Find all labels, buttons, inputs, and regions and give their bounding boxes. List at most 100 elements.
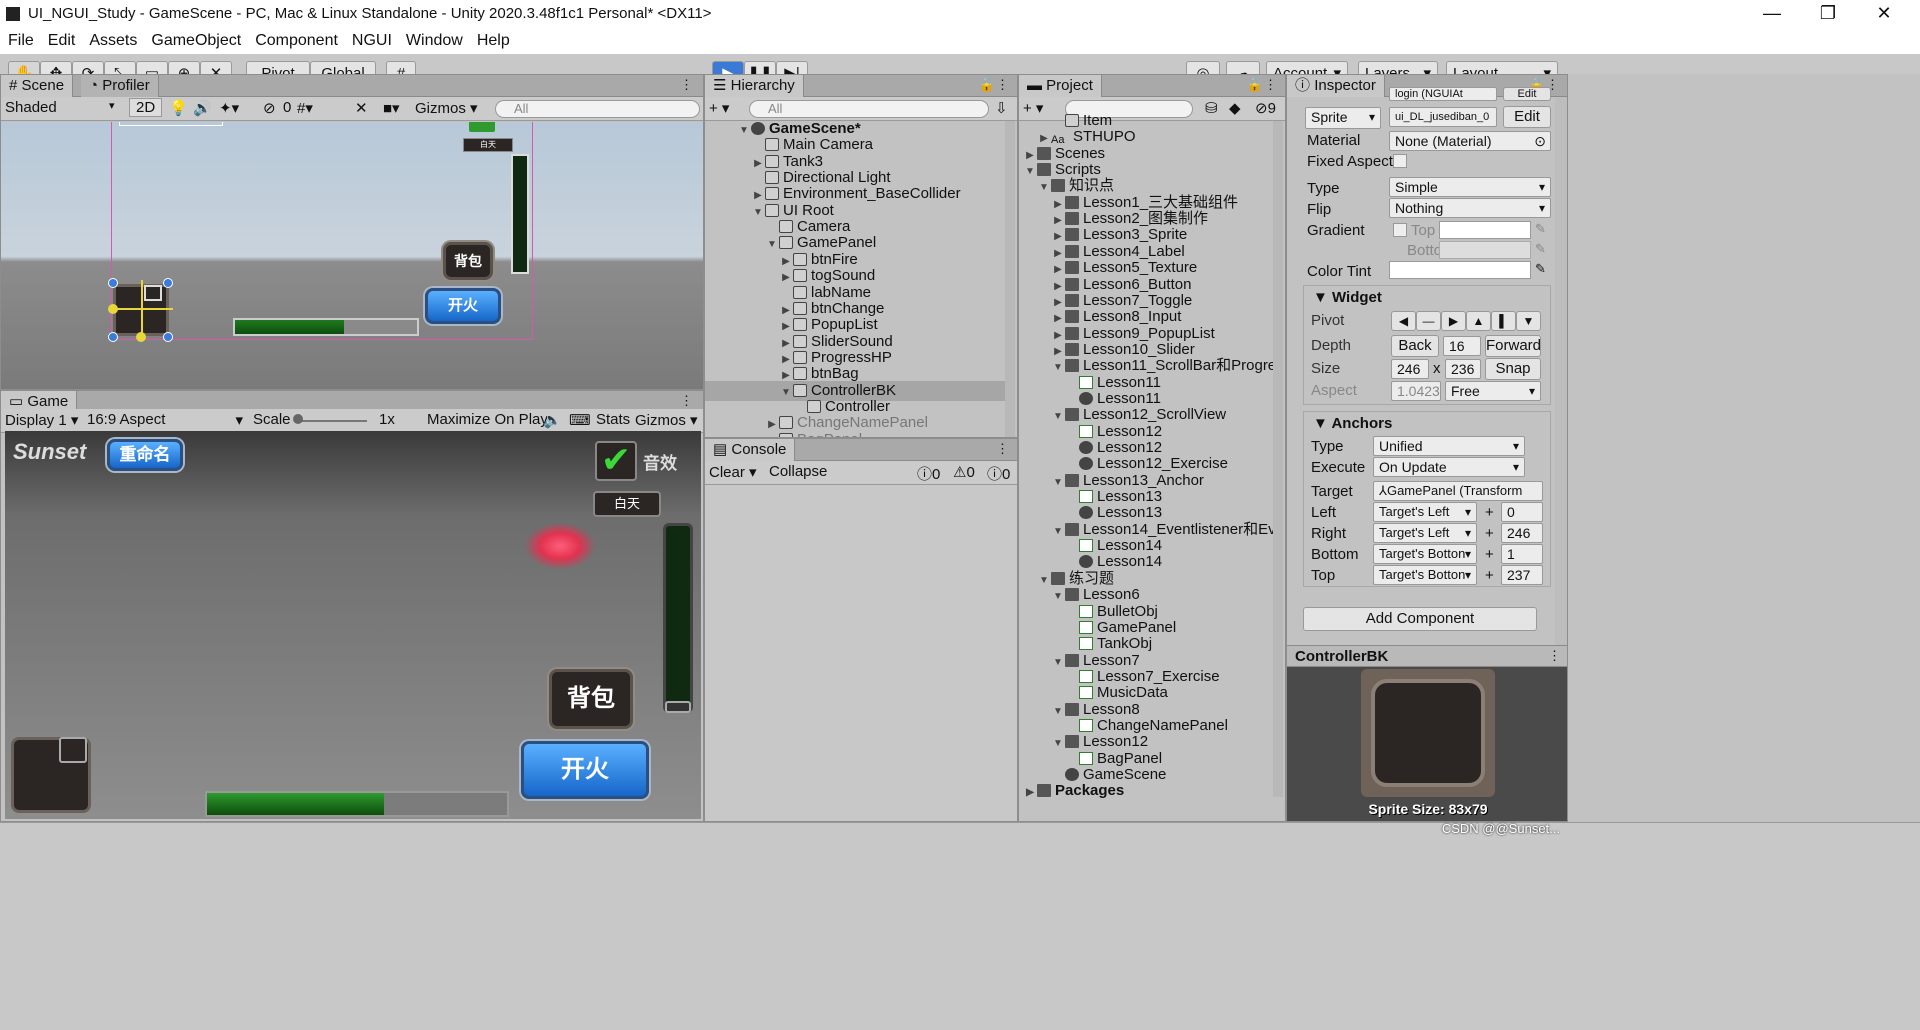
anchors-header[interactable]: ▼ Anchors <box>1313 415 1392 432</box>
minimize-button[interactable]: — <box>1752 2 1792 26</box>
lock-icon[interactable]: 🔒 <box>1247 77 1263 93</box>
hierarchy-search-input[interactable]: All <box>749 100 989 118</box>
add-component-button[interactable]: Add Component <box>1303 607 1537 631</box>
game-viewport[interactable]: Sunset 重命名 ✔ 音效 白天 背包 开火 <box>5 431 701 819</box>
size-width-field[interactable]: 246 <box>1391 359 1429 379</box>
error-count-toggle[interactable]: ⓘ0 <box>987 463 1010 484</box>
camera-icon[interactable]: ■▾ <box>383 99 400 117</box>
gizmos-dropdown[interactable]: Gizmos ▾ <box>415 99 478 117</box>
scene-search-input[interactable]: All <box>495 100 700 118</box>
menu-window[interactable]: Window <box>406 32 463 50</box>
maximize-toggle[interactable]: Maximize On Play <box>427 411 548 428</box>
sound-slider-thumb[interactable] <box>665 701 691 713</box>
pivot-top-icon[interactable]: ▲ <box>1466 311 1491 331</box>
execute-dropdown[interactable]: On Update <box>1373 457 1525 477</box>
tools-icon[interactable]: ✕ <box>355 99 368 117</box>
fire-button[interactable]: 开火 <box>521 741 649 799</box>
lighting-icon[interactable]: 💡 <box>169 99 188 117</box>
left-anchor-dropdown[interactable]: Target's Left <box>1373 502 1477 522</box>
bag-button[interactable]: 背包 <box>443 242 493 280</box>
scrollbar[interactable] <box>1005 121 1015 437</box>
warning-count-toggle[interactable]: ⚠0 <box>953 463 975 481</box>
eyedropper-icon[interactable]: ✎ <box>1535 241 1546 257</box>
panel-menu-icon[interactable]: ⋮ <box>1264 77 1277 93</box>
resize-handle[interactable] <box>108 278 118 288</box>
tab-hierarchy[interactable]: ☰ Hierarchy <box>705 75 804 97</box>
scale-slider[interactable] <box>297 420 367 422</box>
effects-icon[interactable]: ✦▾ <box>219 99 239 117</box>
menu-component[interactable]: Component <box>255 32 338 50</box>
collapse-toggle[interactable]: Collapse <box>769 463 827 480</box>
bag-button[interactable]: 背包 <box>549 669 633 729</box>
game-gizmos-dropdown[interactable]: Gizmos ▾ <box>635 411 698 429</box>
scene-visibility-icon[interactable]: ⇩ <box>995 99 1008 117</box>
menu-file[interactable]: File <box>8 32 34 50</box>
mode-2d-toggle[interactable]: 2D <box>129 98 163 117</box>
aspect-dropdown[interactable]: 16:9 Aspect ▾ <box>87 411 243 429</box>
clear-button[interactable]: Clear ▾ <box>709 463 757 481</box>
object-picker-icon[interactable]: ⊙ <box>1534 132 1546 150</box>
bottom-anchor-dropdown[interactable]: Target's Botton <box>1373 544 1477 564</box>
target-field[interactable]: ⅄GamePanel (Transform <box>1373 481 1543 501</box>
preview-header[interactable]: ControllerBK ⋮ <box>1287 645 1567 667</box>
tab-project[interactable]: ▬ Project <box>1019 75 1102 97</box>
resize-handle[interactable] <box>163 278 173 288</box>
depth-field[interactable]: 16 <box>1443 336 1481 356</box>
fire-button[interactable]: 开火 <box>425 288 501 324</box>
sprite-edit-button[interactable]: Edit <box>1503 106 1551 128</box>
bottom-offset-field[interactable]: 1 <box>1501 544 1543 564</box>
size-snap-button[interactable]: Snap <box>1485 358 1541 380</box>
gradient-checkbox[interactable] <box>1393 223 1407 237</box>
scene-viewport[interactable]: 白天 背包 开火 <box>1 122 703 389</box>
visibility-icon[interactable]: ⊘ <box>263 99 276 117</box>
flip-dropdown[interactable]: Nothing <box>1389 198 1551 218</box>
panel-menu-icon[interactable]: ⋮ <box>680 393 693 409</box>
tree-row[interactable]: ▶BagPanel <box>705 430 1005 437</box>
rename-button[interactable]: 重命名 <box>107 439 183 471</box>
eyedropper-icon[interactable]: ✎ <box>1535 261 1546 277</box>
display-dropdown[interactable]: Display 1 ▾ <box>5 411 78 429</box>
sound-slider[interactable] <box>663 523 693 713</box>
menu-help[interactable]: Help <box>477 32 510 50</box>
restore-button[interactable]: ❐ <box>1808 2 1848 26</box>
grid-icon[interactable]: #▾ <box>297 99 313 117</box>
widget-header[interactable]: ▼ Widget <box>1313 289 1382 306</box>
mute-audio-icon[interactable]: 🔈 <box>543 411 562 429</box>
menu-ngui[interactable]: NGUI <box>352 32 392 50</box>
create-button[interactable]: + ▾ <box>709 99 729 117</box>
tab-profiler[interactable]: ◔ Profiler <box>81 75 159 97</box>
packages-folder[interactable]: ▶ Packages <box>1019 781 1285 801</box>
atlas-edit-button[interactable]: Edit <box>1503 87 1551 101</box>
panel-menu-icon[interactable]: ⋮ <box>680 77 693 93</box>
sprite-field[interactable]: ui_DL_jusediban_0 <box>1389 107 1497 127</box>
tab-inspector[interactable]: ⓘ Inspector <box>1287 75 1385 97</box>
scrollbar[interactable] <box>1273 121 1283 797</box>
stats-toggle[interactable]: Stats <box>596 411 630 428</box>
top-anchor-dropdown[interactable]: Target's Botton <box>1373 565 1477 585</box>
aspect-mode-dropdown[interactable]: Free <box>1445 381 1541 401</box>
gradient-bottom-color[interactable] <box>1439 241 1531 259</box>
left-offset-field[interactable]: 0 <box>1501 502 1543 522</box>
eyedropper-icon[interactable]: ✎ <box>1535 221 1546 237</box>
depth-forward-button[interactable]: Forward <box>1485 335 1541 357</box>
lock-icon[interactable]: 🔒 <box>979 77 995 93</box>
info-count-toggle[interactable]: ⓘ0 <box>917 463 940 484</box>
size-height-field[interactable]: 236 <box>1445 359 1481 379</box>
right-anchor-dropdown[interactable]: Target's Left <box>1373 523 1477 543</box>
pivot-right-icon[interactable]: ▶ <box>1441 311 1466 331</box>
day-popup-list[interactable]: 白天 <box>593 491 661 517</box>
resize-handle[interactable] <box>163 332 173 342</box>
aspect-field[interactable]: 1.0423 <box>1391 381 1441 401</box>
gradient-top-color[interactable] <box>1439 221 1531 239</box>
panel-menu-icon[interactable]: ⋮ <box>1548 648 1561 664</box>
panel-menu-icon[interactable]: ⋮ <box>996 77 1009 93</box>
keyboard-icon[interactable]: ⌨ <box>569 411 591 429</box>
tab-scene[interactable]: # Scene <box>1 75 74 97</box>
shading-dropdown[interactable]: Shaded <box>5 99 57 116</box>
scale-slider-thumb[interactable] <box>293 414 303 424</box>
audio-icon[interactable]: 🔊 <box>193 99 212 117</box>
depth-back-button[interactable]: Back <box>1391 335 1439 357</box>
anchor-handle[interactable] <box>108 304 118 314</box>
right-offset-field[interactable]: 246 <box>1501 523 1543 543</box>
close-button[interactable]: ✕ <box>1864 2 1904 26</box>
